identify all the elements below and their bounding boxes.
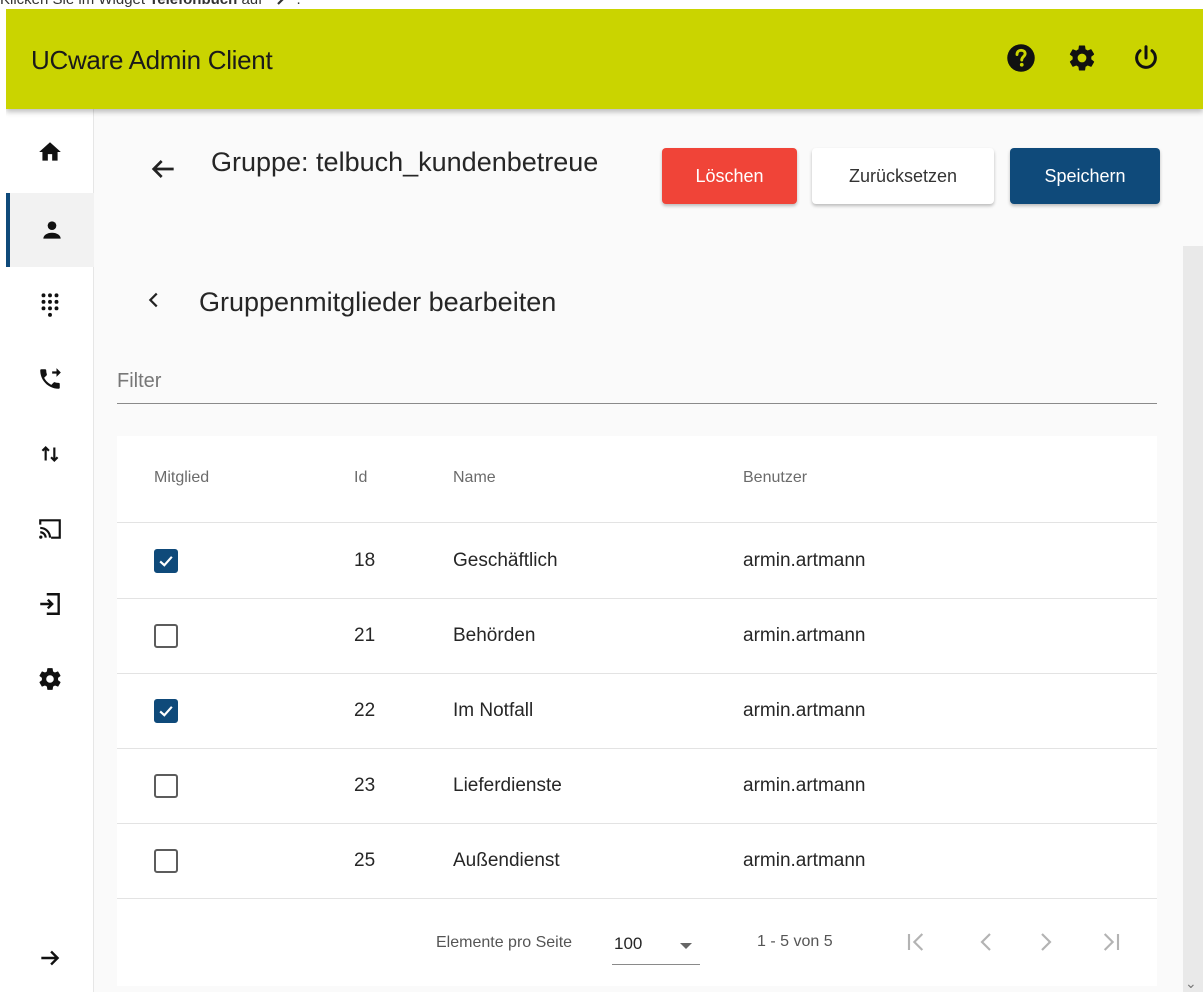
row-name: Geschäftlich [453,550,558,571]
page-range-label: 1 - 5 von 5 [757,933,833,950]
page-title: Gruppe: telbuch_kundenbetreue [211,147,599,177]
column-header-id[interactable]: Id [354,469,367,487]
call-forward-icon [37,366,63,392]
column-header-member[interactable]: Mitglied [154,469,209,487]
section-title: Gruppenmitglieder bearbeiten [199,287,557,317]
collapse-button[interactable] [143,289,165,311]
previous-page-button[interactable] [970,926,1002,958]
table-row: 21 Behörden armin.artmann [117,599,1157,674]
row-id: 22 [354,700,376,721]
row-user: armin.artmann [743,700,866,721]
help-icon[interactable] [1006,43,1036,73]
row-user: armin.artmann [743,550,866,571]
table-row: 25 Außendienst armin.artmann [117,824,1157,899]
member-checkbox[interactable] [154,774,178,798]
user-icon [39,217,65,243]
checkmark-icon [159,556,173,567]
row-id: 25 [354,850,376,871]
first-page-button[interactable] [901,926,933,958]
main-content: Gruppe: telbuch_kundenbetreue Löschen Zu… [95,109,1203,992]
row-name: Behörden [453,625,536,646]
filter-field [117,364,1157,404]
last-page-icon [1094,926,1126,958]
cast-icon [37,516,63,542]
sidebar-item-call-forward[interactable] [6,342,94,416]
next-page-button[interactable] [1030,926,1062,958]
paginator: Elemente pro Seite 100 1 - 5 von 5 [117,899,1157,986]
home-icon [37,139,63,165]
arrow-right-icon [37,945,63,971]
login-icon [37,591,63,617]
table-row: 22 Im Notfall armin.artmann [117,674,1157,749]
last-page-button[interactable] [1094,926,1126,958]
settings-icon [37,666,63,692]
arrow-left-icon [147,160,179,189]
table-header: Mitglied Id Name Benutzer [117,436,1157,523]
dialpad-icon [37,291,63,317]
sidebar-expand-button[interactable] [6,921,94,992]
arrow-icon [266,0,296,9]
settings-icon[interactable] [1067,43,1097,73]
scroll-down-icon[interactable]: ⌄ [1185,975,1197,992]
member-checkbox[interactable] [154,699,178,723]
first-page-icon [901,926,933,958]
app-title: UCware Admin Client [31,45,273,75]
chevron-left-icon [970,926,1002,958]
save-button[interactable]: Speichern [1010,148,1160,204]
table-row: 18 Geschäftlich armin.artmann [117,524,1157,599]
items-per-page-select[interactable]: 100 [612,927,700,965]
row-id: 18 [354,550,376,571]
row-name: Lieferdienste [453,775,562,796]
top-bar: UCware Admin Client [6,9,1203,109]
table-row: 23 Lieferdienste armin.artmann [117,749,1157,824]
sidebar [6,109,94,992]
row-user: armin.artmann [743,850,866,871]
row-id: 21 [354,625,376,646]
member-checkbox[interactable] [154,549,178,573]
sidebar-item-home[interactable] [6,115,94,189]
row-name: Außendienst [453,850,560,871]
back-button[interactable] [147,153,179,185]
swap-vertical-icon [37,441,63,467]
sidebar-item-users[interactable] [6,193,94,267]
sidebar-item-settings[interactable] [6,642,94,716]
chevron-right-icon [1030,926,1062,958]
items-per-page-label: Elemente pro Seite [436,934,573,951]
app-window: UCware Admin Client Gruppe: telbuch_kund… [6,9,1203,992]
members-table: Mitglied Id Name Benutzer 18 Geschäftlic… [117,436,1157,986]
sidebar-item-provisioning[interactable] [6,492,94,566]
row-id: 23 [354,775,376,796]
power-icon[interactable] [1131,43,1161,73]
member-checkbox[interactable] [154,624,178,648]
delete-button[interactable]: Löschen [662,148,797,204]
doc-instruction: Klicken Sie im Widget Telefonbuch auf . [0,0,301,9]
reset-button[interactable]: Zurücksetzen [812,148,994,204]
member-checkbox[interactable] [154,849,178,873]
filter-input[interactable] [117,364,1157,398]
checkmark-icon [159,706,173,717]
doc-instruction-prefix: Klicken Sie im Widget [0,0,149,8]
column-header-name[interactable]: Name [453,469,496,487]
dropdown-caret-icon [680,943,692,949]
scrollbar[interactable] [1183,246,1203,992]
sidebar-item-transfer[interactable] [6,417,94,491]
row-user: armin.artmann [743,775,866,796]
column-header-user[interactable]: Benutzer [743,469,807,487]
sidebar-item-login[interactable] [6,567,94,641]
row-user: armin.artmann [743,625,866,646]
doc-instruction-bold: Telefonbuch [149,0,237,8]
items-per-page-value: 100 [614,934,643,953]
sidebar-item-dialplan[interactable] [6,267,94,341]
row-name: Im Notfall [453,700,534,721]
doc-instruction-suffix: auf [237,0,262,8]
chevron-left-icon [143,292,165,315]
